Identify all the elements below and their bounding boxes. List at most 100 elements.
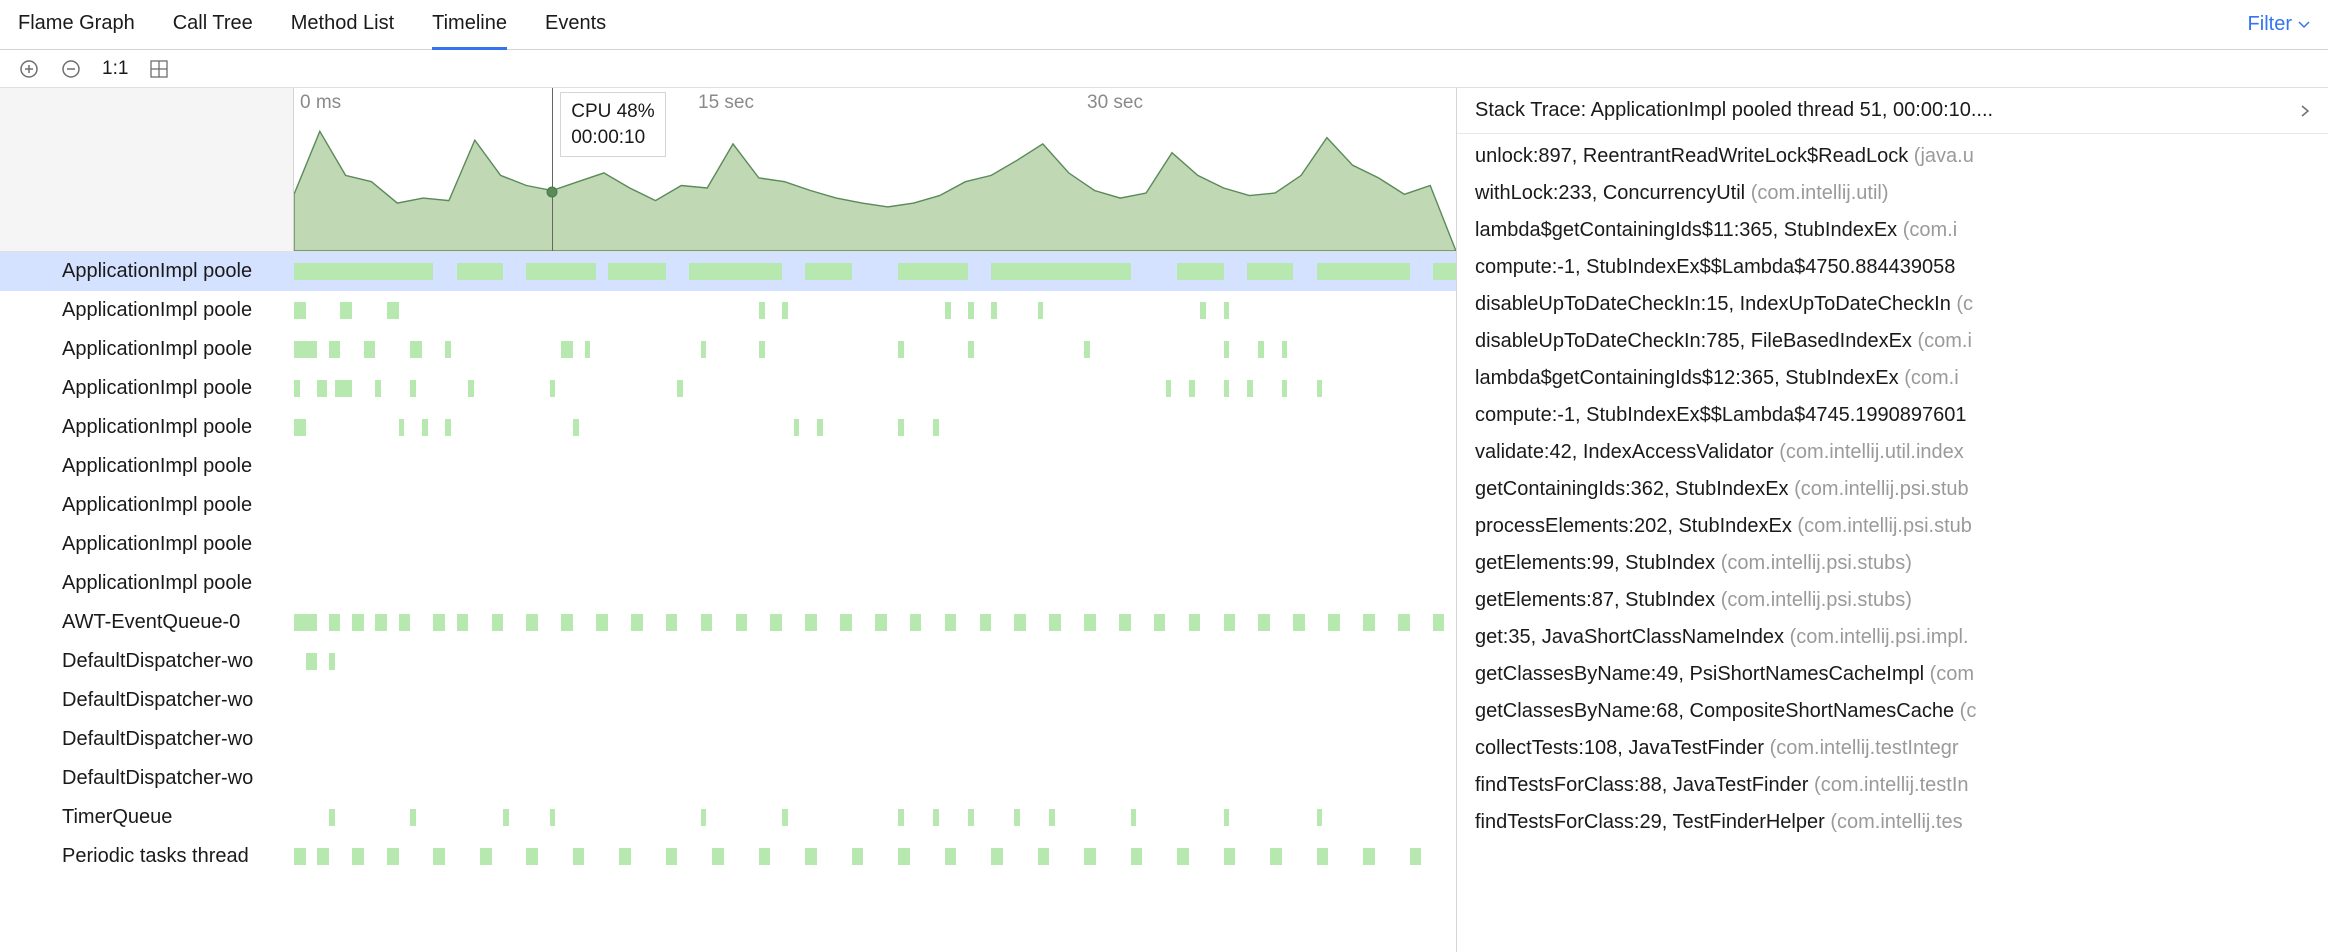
activity-bar [387, 848, 399, 865]
activity-bar [677, 380, 683, 397]
stack-frame[interactable]: getClassesByName:49, PsiShortNamesCacheI… [1457, 656, 2328, 693]
thread-row[interactable]: ApplicationImpl poole [0, 525, 1456, 564]
stack-frame[interactable]: compute:-1, StubIndexEx$$Lambda$4750.884… [1457, 249, 2328, 286]
stack-frame-package: (c [1960, 700, 1977, 722]
activity-bar [1282, 341, 1288, 358]
stack-frame[interactable]: lambda$getContainingIds$12:365, StubInde… [1457, 360, 2328, 397]
stack-frame[interactable]: processElements:202, StubIndexEx (com.in… [1457, 508, 2328, 545]
activity-bar [433, 848, 445, 865]
thread-row[interactable]: ApplicationImpl poole [0, 564, 1456, 603]
thread-row[interactable]: ApplicationImpl poole [0, 408, 1456, 447]
thread-row[interactable]: ApplicationImpl poole [0, 486, 1456, 525]
tab-timeline[interactable]: Timeline [432, 1, 507, 50]
activity-bar [329, 341, 341, 358]
stack-frame-method: collectTests:108, JavaTestFinder [1475, 737, 1770, 759]
tab-call-tree[interactable]: Call Tree [173, 1, 253, 50]
thread-row[interactable]: ApplicationImpl poole [0, 330, 1456, 369]
time-cursor-dot[interactable] [547, 186, 558, 197]
stack-frame[interactable]: unlock:897, ReentrantReadWriteLock$ReadL… [1457, 138, 2328, 175]
stack-frame[interactable]: findTestsForClass:29, TestFinderHelper (… [1457, 804, 2328, 841]
thread-row[interactable]: DefaultDispatcher-wo [0, 720, 1456, 759]
stack-frame[interactable]: findTestsForClass:88, JavaTestFinder (co… [1457, 767, 2328, 804]
tab-events[interactable]: Events [545, 1, 606, 50]
activity-bar [631, 614, 643, 631]
activity-bar [550, 809, 556, 826]
thread-label: ApplicationImpl poole [0, 338, 294, 361]
activity-bar [468, 380, 474, 397]
thread-row[interactable]: ApplicationImpl poole [0, 252, 1456, 291]
activity-bar [573, 419, 579, 436]
stack-frame[interactable]: getClassesByName:68, CompositeShortNames… [1457, 693, 2328, 730]
activity-bar [1282, 380, 1288, 397]
stack-frame[interactable]: disableUpToDateCheckIn:785, FileBasedInd… [1457, 323, 2328, 360]
activity-bar [375, 614, 387, 631]
activity-bar [666, 848, 678, 865]
stack-frame[interactable]: compute:-1, StubIndexEx$$Lambda$4745.199… [1457, 397, 2328, 434]
stack-frame-package: (com.intellij.testIntegr [1770, 737, 1959, 759]
activity-bar [317, 848, 329, 865]
thread-row[interactable]: TimerQueue [0, 798, 1456, 837]
thread-row[interactable]: DefaultDispatcher-wo [0, 681, 1456, 720]
stack-frame-package: (com.intellij.psi.impl. [1790, 626, 1969, 648]
tab-method-list[interactable]: Method List [291, 1, 394, 50]
grid-toggle-button[interactable] [148, 58, 170, 80]
stack-frame-method: compute:-1, StubIndexEx$$Lambda$4745.199… [1475, 404, 1967, 426]
tick-1: 15 sec [698, 92, 754, 114]
stack-frame-method: getContainingIds:362, StubIndexEx [1475, 478, 1794, 500]
activity-bar [945, 614, 957, 631]
stack-frame[interactable]: get:35, JavaShortClassNameIndex (com.int… [1457, 619, 2328, 656]
filter-dropdown[interactable]: Filter [2248, 13, 2310, 36]
activity-bar [1317, 380, 1323, 397]
activity-bar [410, 380, 416, 397]
stack-frame[interactable]: withLock:233, ConcurrencyUtil (com.intel… [1457, 175, 2328, 212]
activity-bar [1258, 614, 1270, 631]
thread-row[interactable]: ApplicationImpl poole [0, 369, 1456, 408]
activity-bar [387, 302, 399, 319]
thread-row[interactable]: DefaultDispatcher-wo [0, 759, 1456, 798]
stack-frame[interactable]: lambda$getContainingIds$11:365, StubInde… [1457, 212, 2328, 249]
chevron-right-icon[interactable] [2300, 104, 2310, 118]
tab-flame-graph[interactable]: Flame Graph [18, 1, 135, 50]
activity-bar [294, 302, 306, 319]
activity-bar [1038, 302, 1044, 319]
stack-frame[interactable]: getElements:99, StubIndex (com.intellij.… [1457, 545, 2328, 582]
activity-bar [898, 419, 904, 436]
activity-bar [898, 809, 904, 826]
thread-row[interactable]: DefaultDispatcher-wo [0, 642, 1456, 681]
activity-bar [759, 341, 765, 358]
time-cursor-line[interactable] [552, 88, 553, 251]
stack-frame[interactable]: validate:42, IndexAccessValidator (com.i… [1457, 434, 2328, 471]
stack-frame-method: getClassesByName:49, PsiShortNamesCacheI… [1475, 663, 1930, 685]
thread-activity-track [294, 408, 1456, 447]
activity-bar [701, 809, 707, 826]
stack-frame[interactable]: collectTests:108, JavaTestFinder (com.in… [1457, 730, 2328, 767]
cpu-chart-area: 0 ms 15 sec 30 sec CPU 48% 00:00:10 [0, 88, 1456, 252]
activity-bar [1317, 263, 1410, 280]
tick-0: 0 ms [300, 92, 341, 114]
chart-body[interactable]: 0 ms 15 sec 30 sec CPU 48% 00:00:10 [294, 88, 1456, 251]
activity-bar [433, 614, 445, 631]
activity-bar [1189, 380, 1195, 397]
stack-frame-method: compute:-1, StubIndexEx$$Lambda$4750.884… [1475, 256, 1955, 278]
zoom-in-button[interactable] [18, 58, 40, 80]
thread-row[interactable]: Periodic tasks thread [0, 837, 1456, 876]
thread-label: ApplicationImpl poole [0, 572, 294, 595]
cursor-cpu-value: CPU 48% [571, 99, 654, 125]
stack-frame[interactable]: getContainingIds:362, StubIndexEx (com.i… [1457, 471, 2328, 508]
activity-bar [492, 614, 504, 631]
filter-label: Filter [2248, 13, 2292, 36]
stack-frame[interactable]: getElements:87, StubIndex (com.intellij.… [1457, 582, 2328, 619]
activity-bar [457, 263, 503, 280]
activity-bar [1038, 848, 1050, 865]
stack-frame-package: (com.intellij.psi.stub [1794, 478, 1969, 500]
thread-row[interactable]: ApplicationImpl poole [0, 291, 1456, 330]
zoom-ratio-button[interactable]: 1:1 [102, 58, 128, 80]
stack-frame[interactable]: disableUpToDateCheckIn:15, IndexUpToDate… [1457, 286, 2328, 323]
activity-bar [480, 848, 492, 865]
thread-list: ApplicationImpl pooleApplicationImpl poo… [0, 252, 1456, 952]
thread-row[interactable]: AWT-EventQueue-0 [0, 603, 1456, 642]
zoom-out-button[interactable] [60, 58, 82, 80]
thread-row[interactable]: ApplicationImpl poole [0, 447, 1456, 486]
activity-bar [736, 614, 748, 631]
activity-bar [1270, 848, 1282, 865]
